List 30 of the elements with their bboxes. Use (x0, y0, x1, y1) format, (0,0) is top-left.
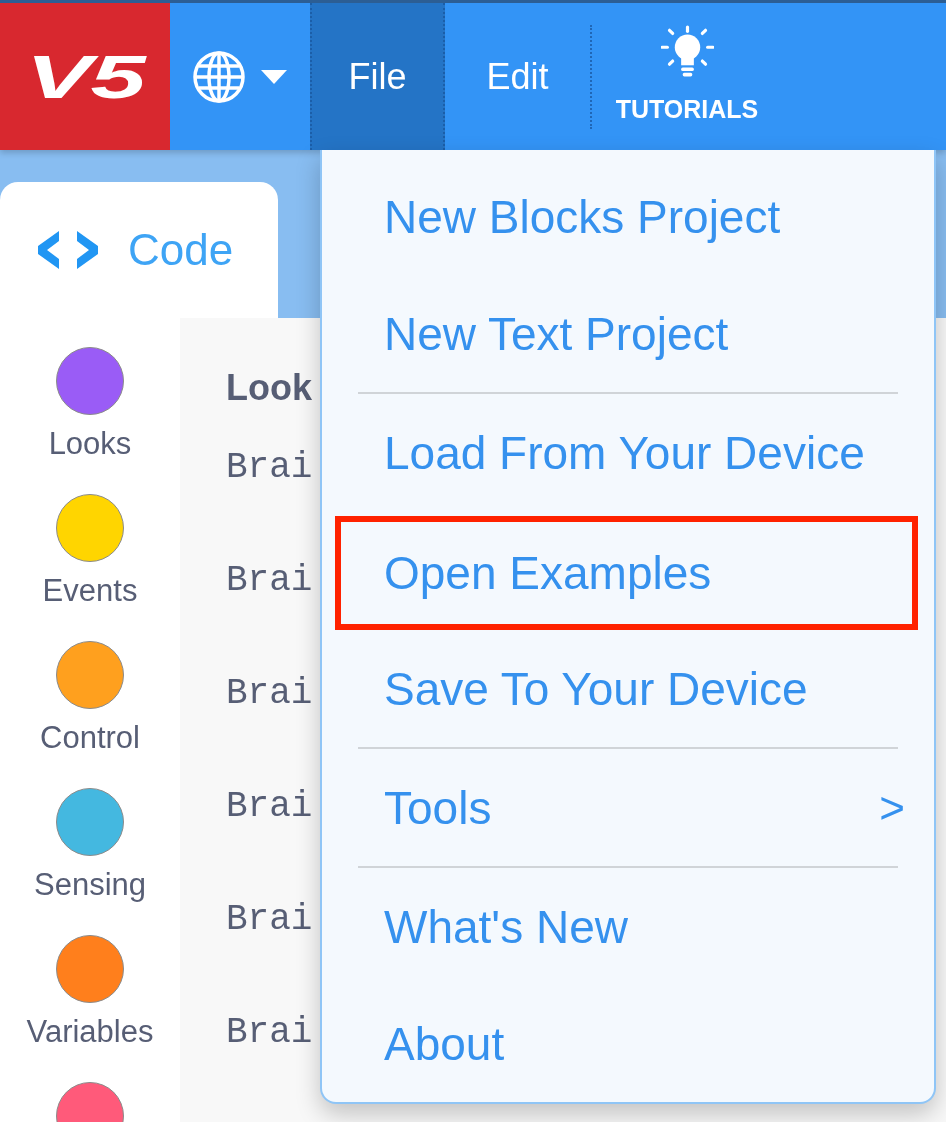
code-brackets-icon (38, 231, 98, 269)
code-line: Brai (226, 559, 313, 603)
lightbulb-icon (660, 25, 714, 78)
menu-item[interactable]: Tools > (322, 749, 934, 866)
category-button[interactable]: Looks (48, 347, 132, 462)
menu-item[interactable]: Load From Your Device (322, 394, 934, 511)
menu-item[interactable]: Save To Your Device (322, 630, 934, 747)
code-line: Brai (226, 898, 313, 942)
code-line: Brai (226, 672, 313, 716)
globe-icon (193, 50, 245, 103)
category-button[interactable]: Sensing (34, 788, 146, 903)
logo: V5 (0, 3, 170, 150)
menu-item[interactable]: New Blocks Project (322, 158, 934, 275)
category-button[interactable]: Control (40, 641, 140, 756)
menu-item[interactable]: About (322, 985, 934, 1102)
menu-tab[interactable]: Edit (445, 3, 590, 150)
category-button[interactable]: Variables (26, 935, 154, 1050)
code-line: Brai (226, 1011, 313, 1055)
code-tab[interactable]: Code (0, 182, 278, 318)
section-heading: Look (226, 366, 312, 410)
menu-item[interactable]: New Text Project (322, 275, 934, 392)
tutorials-button[interactable]: TUTORIALS (592, 3, 782, 150)
category-button[interactable]: Events (42, 494, 138, 609)
caret-icon (261, 69, 287, 84)
code-line: Brai (226, 785, 313, 829)
submenu-arrow: > (879, 781, 905, 834)
menu-item[interactable]: What's New (322, 868, 934, 985)
menu-item[interactable]: Open Examples (341, 522, 912, 624)
menu-tab[interactable]: File (310, 3, 445, 150)
code-line: Brai (226, 446, 313, 490)
